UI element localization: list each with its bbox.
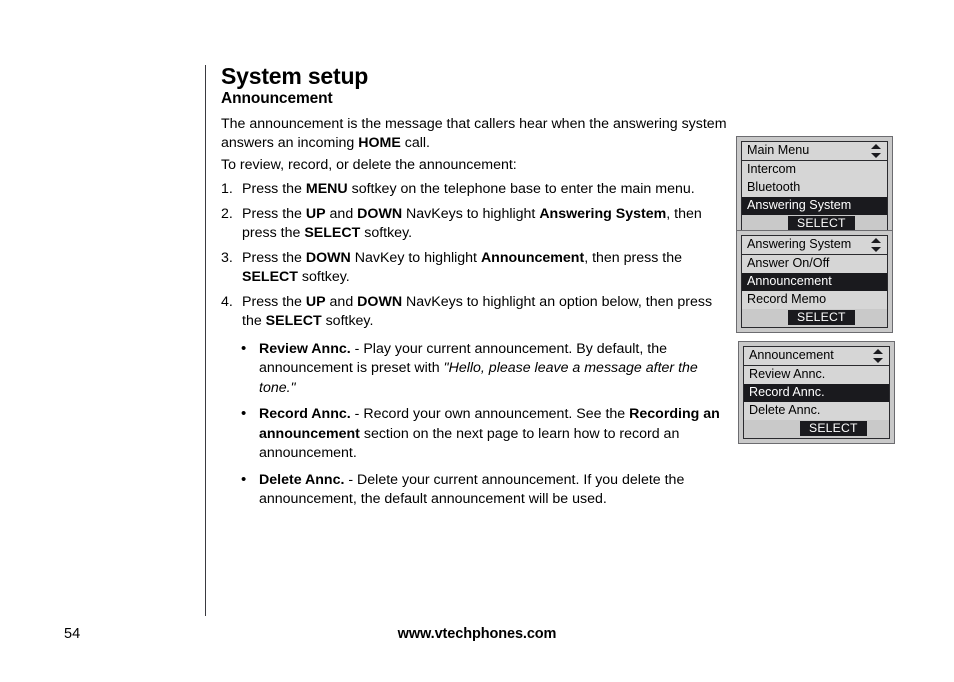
lcd-screen-answering-system: Answering System Answer On/Off Announcem… bbox=[736, 230, 893, 333]
up-down-arrow-icon bbox=[871, 237, 882, 252]
lcd-softkey-bar: SELECT bbox=[744, 420, 889, 438]
step-number: 2. bbox=[221, 205, 233, 222]
lcd-menu-item-selected[interactable]: Record Annc. bbox=[744, 384, 889, 402]
options-bullet-list: • Review Annc. - Play your current announ… bbox=[221, 340, 733, 510]
lcd-inner-frame: Announcement Review Annc. Record Annc. D… bbox=[743, 346, 890, 439]
option-term: Delete Annc. bbox=[259, 471, 345, 488]
bullet-icon: • bbox=[241, 470, 247, 488]
option-text-a: - Record your own announcement. See the bbox=[350, 406, 630, 423]
step-text-a: Press the bbox=[242, 181, 306, 198]
intro-p1-text-b: call. bbox=[400, 135, 430, 152]
lcd-title-label: Answering System bbox=[747, 237, 852, 251]
section-title: Announcement bbox=[221, 90, 333, 108]
step-item-4: 4. Press the UP and DOWN NavKeys to highl… bbox=[221, 293, 733, 332]
page-title: System setup bbox=[221, 63, 369, 89]
step-text-c: NavKeys to highlight bbox=[402, 205, 540, 222]
option-item-delete: • Delete Annc. - Delete your current anno… bbox=[240, 471, 733, 510]
intro-paragraph-2: To review, record, or delete the announc… bbox=[221, 156, 517, 173]
lcd-menu-item[interactable]: Record Memo bbox=[742, 291, 887, 309]
option-item-record: • Record Annc. - Record your own announce… bbox=[240, 405, 733, 464]
step-text-b: and bbox=[325, 205, 358, 222]
step-text-c: , then press the bbox=[584, 249, 682, 266]
intro-paragraph-1: The announcement is the message that cal… bbox=[221, 115, 733, 154]
lcd-menu-item[interactable]: Review Annc. bbox=[744, 366, 889, 384]
step-item-2: 2. Press the UP and DOWN NavKeys to highl… bbox=[221, 205, 733, 244]
lcd-inner-frame: Answering System Answer On/Off Announcem… bbox=[741, 235, 888, 328]
select-softkey[interactable]: SELECT bbox=[788, 310, 855, 325]
lcd-title-label: Announcement bbox=[749, 348, 834, 362]
step-text-e: softkey. bbox=[360, 225, 413, 242]
step-keyword-3: Answering System bbox=[539, 205, 667, 222]
footer-website-url: www.vtechphones.com bbox=[397, 626, 557, 642]
bullet-icon: • bbox=[241, 339, 247, 357]
step-number: 1. bbox=[221, 181, 233, 198]
option-item-review: • Review Annc. - Play your current announ… bbox=[240, 340, 733, 399]
select-softkey[interactable]: SELECT bbox=[800, 421, 867, 436]
step-keyword-2: Announcement bbox=[480, 249, 585, 266]
option-term: Review Annc. bbox=[259, 340, 351, 357]
lcd-title-bar: Answering System bbox=[742, 236, 887, 255]
up-down-arrow-icon bbox=[873, 348, 884, 363]
step-text-b: softkey on the telephone base to enter t… bbox=[347, 181, 695, 198]
intro-p1-text-a: The announcement is the message that cal… bbox=[221, 115, 727, 152]
lcd-screen-main-menu: Main Menu Intercom Bluetooth Answering S… bbox=[736, 136, 893, 239]
lcd-menu-item[interactable]: Intercom bbox=[742, 161, 887, 179]
step-keyword-3: SELECT bbox=[265, 313, 322, 330]
step-text-d: softkey. bbox=[321, 313, 374, 330]
lcd-menu-item-selected[interactable]: Announcement bbox=[742, 273, 887, 291]
step-keyword-2: DOWN bbox=[357, 293, 403, 310]
step-text-d: softkey. bbox=[297, 269, 350, 286]
lcd-menu-item[interactable]: Delete Annc. bbox=[744, 402, 889, 420]
step-number: 4. bbox=[221, 293, 233, 310]
left-vertical-rule bbox=[205, 65, 206, 616]
lcd-inner-frame: Main Menu Intercom Bluetooth Answering S… bbox=[741, 141, 888, 234]
lcd-title-bar: Announcement bbox=[744, 347, 889, 366]
lcd-menu-item-selected[interactable]: Answering System bbox=[742, 197, 887, 215]
step-number: 3. bbox=[221, 249, 233, 266]
step-keyword-4: SELECT bbox=[304, 225, 361, 242]
step-keyword-1: UP bbox=[305, 205, 326, 222]
lcd-softkey-bar: SELECT bbox=[742, 309, 887, 327]
up-down-arrow-icon bbox=[871, 143, 882, 158]
step-text-a: Press the bbox=[242, 249, 306, 266]
lcd-menu-item[interactable]: Bluetooth bbox=[742, 179, 887, 197]
step-keyword-1: DOWN bbox=[305, 249, 351, 266]
step-item-1: 1. Press the MENU softkey on the telephon… bbox=[221, 180, 733, 200]
step-keyword-2: DOWN bbox=[357, 205, 403, 222]
step-text-a: Press the bbox=[242, 205, 306, 222]
option-term: Record Annc. bbox=[259, 406, 351, 423]
content-column: System setup Announcement The announceme… bbox=[221, 64, 733, 517]
step-keyword-1: UP bbox=[305, 293, 326, 310]
lcd-menu-item[interactable]: Answer On/Off bbox=[742, 255, 887, 273]
lcd-title-bar: Main Menu bbox=[742, 142, 887, 161]
numbered-steps-list: 1. Press the MENU softkey on the telephon… bbox=[221, 180, 733, 332]
step-item-3: 3. Press the DOWN NavKey to highlight Ann… bbox=[221, 249, 733, 288]
bullet-icon: • bbox=[241, 405, 247, 423]
step-text-a: Press the bbox=[242, 293, 306, 310]
lcd-title-label: Main Menu bbox=[747, 143, 810, 157]
select-softkey[interactable]: SELECT bbox=[788, 216, 855, 231]
step-keyword-3: SELECT bbox=[242, 269, 298, 286]
step-keyword-1: MENU bbox=[305, 181, 348, 198]
step-text-b: and bbox=[325, 293, 358, 310]
manual-page: System setup Announcement The announceme… bbox=[0, 0, 954, 682]
step-text-b: NavKey to highlight bbox=[350, 249, 481, 266]
lcd-screen-announcement: Announcement Review Annc. Record Annc. D… bbox=[738, 341, 895, 444]
intro-p1-bold: HOME bbox=[358, 135, 401, 152]
